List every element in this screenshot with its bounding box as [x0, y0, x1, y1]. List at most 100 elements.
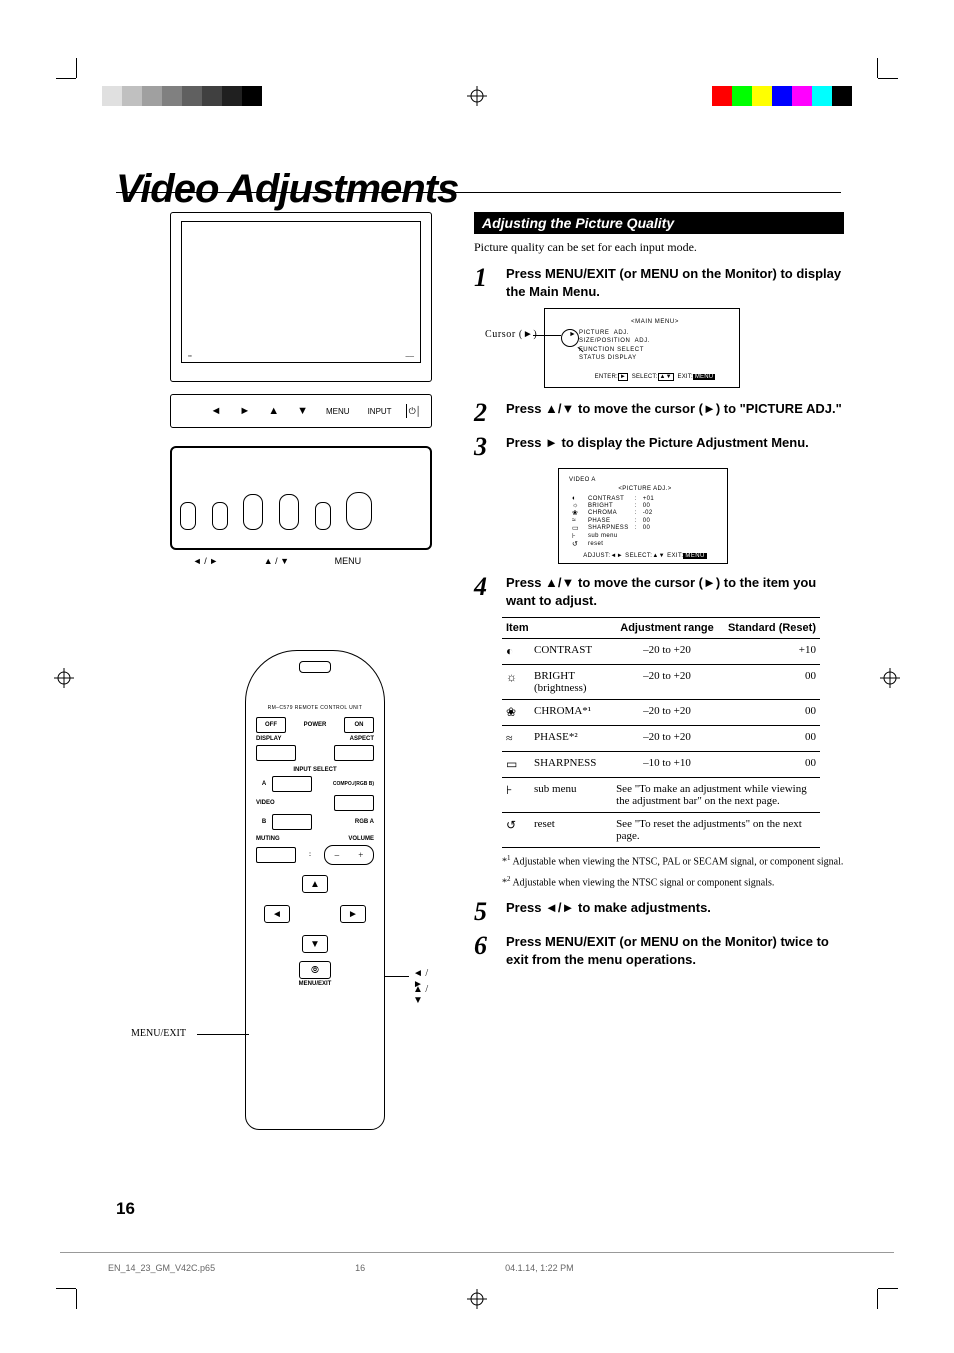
th-item: Item	[502, 618, 612, 639]
step-1: 1 Press MENU/EXIT (or MENU on the Monito…	[474, 265, 844, 300]
remote-up-button[interactable]: ▲	[302, 875, 328, 893]
chroma-icon: ❀	[502, 700, 530, 726]
monitor-body: ┉ ──	[170, 212, 432, 382]
contrast-icon: ◐	[502, 639, 530, 665]
input-select-label: INPUT SELECT	[256, 767, 374, 773]
footer-line: EN_14_23_GM_V42C.p65 16 04.1.14, 1:22 PM	[108, 1263, 574, 1273]
step-number-2: 2	[474, 400, 496, 426]
label-spacer	[407, 556, 410, 566]
osd1-title: <MAIN MENU>	[579, 319, 731, 325]
cursor-icon: ►	[569, 331, 577, 338]
remote-figure: RM–C579 REMOTE CONTROL UNIT OFF POWER ON…	[135, 650, 435, 1170]
submenu-icon: ⊦	[502, 778, 530, 813]
b-label: B	[256, 819, 272, 825]
row-contrast: ◐ CONTRAST –20 to +20 +10	[502, 639, 820, 665]
up-arrow-icon: ▲	[268, 406, 279, 417]
intro-text: Picture quality can be set for each inpu…	[474, 240, 844, 255]
right-arrow-icon: ►	[239, 406, 250, 417]
remote-body: RM–C579 REMOTE CONTROL UNIT OFF POWER ON…	[245, 650, 385, 1130]
sharpness-icon: ▭	[502, 752, 530, 778]
footer-date: 04.1.14, 1:22 PM	[505, 1263, 574, 1273]
display-button[interactable]	[256, 745, 296, 761]
oval-button	[346, 492, 372, 530]
callout-ud: ▲ / ▼	[413, 984, 435, 1006]
remote-down-button[interactable]: ▼	[302, 935, 328, 953]
callout-line-menu-exit	[197, 1034, 249, 1035]
volume-label: VOLUME	[315, 836, 374, 842]
remote-power-row: OFF POWER ON	[256, 717, 374, 733]
compo-label: COMPO./(RGB B)	[312, 782, 374, 787]
osd2-title: <PICTURE ADJ.>	[569, 486, 721, 492]
on-button[interactable]: ON	[344, 717, 374, 733]
section-heading: Adjusting the Picture Quality	[474, 212, 844, 234]
footnote-1: *1 Adjustable when viewing the NTSC, PAL…	[502, 854, 844, 868]
row-submenu: ⊦ sub menu See "To make an adjustment wh…	[502, 778, 820, 813]
osd2-input: VIDEO A	[569, 477, 721, 483]
th-std: Standard (Reset)	[722, 618, 820, 639]
phase-icon: ≈	[502, 726, 530, 752]
input-a-button[interactable]	[272, 776, 312, 792]
power-icon: ⏻│	[406, 404, 423, 418]
knob-5	[315, 502, 331, 530]
remote-right-button[interactable]: ►	[340, 905, 366, 923]
osd-picture-adj: VIDEO A <PICTURE ADJ.> ◐CONTRAST:+01 ☼BR…	[558, 468, 728, 564]
color-swatches	[712, 86, 852, 111]
down-arrow-icon: ▼	[297, 406, 308, 417]
osd-main-menu: Cursor (►) ► <MAIN MENU> PICTURE ADJ. SI…	[544, 308, 740, 388]
footer-page: 16	[355, 1263, 365, 1273]
input-label: INPUT	[368, 407, 392, 416]
remote-menu-exit-label: MENU/EXIT	[256, 981, 374, 987]
page: Video Adjustments ┉ ── ◄ ► ▲ ▼ MENU INPU…	[0, 0, 954, 1353]
bezel-badge-left: ┉	[188, 353, 192, 360]
reset-icon: ↺	[502, 813, 530, 848]
osd2-table: ◐CONTRAST:+01 ☼BRIGHT:00 ❀CHROMA:-02 ≈PH…	[569, 495, 657, 548]
remote-display-aspect-labels: DISPLAY ASPECT	[256, 736, 374, 742]
remote-model-label: RM–C579 REMOTE CONTROL UNIT	[256, 705, 374, 711]
knob-4	[279, 494, 299, 530]
label-left-right: ◄ / ►	[193, 556, 218, 566]
footer-file: EN_14_23_GM_V42C.p65	[108, 1263, 215, 1273]
display-label: DISPLAY	[256, 736, 315, 742]
step-4: 4 Press ▲/▼ to move the cursor (►) to th…	[474, 574, 844, 609]
step-number-5: 5	[474, 899, 496, 925]
osd1-line-2: FUNCTION SELECT	[579, 346, 731, 354]
input-compo-button[interactable]	[334, 795, 374, 811]
page-title: Video Adjustments	[116, 167, 458, 212]
aspect-button[interactable]	[334, 745, 374, 761]
cursor-callout-label: Cursor (►)	[485, 329, 537, 340]
oval-button-large	[388, 492, 422, 530]
th-range: Adjustment range	[612, 618, 722, 639]
muting-label: MUTING	[256, 836, 315, 842]
step-body-3: Press ► to display the Picture Adjustmen…	[506, 434, 844, 460]
osd1-line-1: SIZE/POSITION ADJ.	[579, 337, 731, 345]
adjustment-table: Item Adjustment range Standard (Reset) ◐…	[502, 617, 820, 848]
callout-line-right	[385, 976, 409, 977]
volume-rocker[interactable]: – +	[324, 845, 374, 865]
row-phase: ≈ PHASE*² –20 to +20 00	[502, 726, 820, 752]
osd2-footer: ADJUST:◄► SELECT:▲▼ EXIT:MENU	[569, 553, 721, 559]
vol-plus: +	[358, 850, 363, 860]
title-rule	[116, 192, 841, 193]
osd1-line-0: PICTURE ADJ.	[579, 329, 731, 337]
off-button[interactable]: OFF	[256, 717, 286, 733]
bezel-badge-right: ──	[405, 354, 414, 360]
input-b-button[interactable]	[272, 814, 312, 830]
label-up-down: ▲ / ▼	[264, 556, 289, 566]
step-body-6: Press MENU/EXIT (or MENU on the Monitor)…	[506, 933, 844, 968]
monitor-front-panel-knobs	[170, 446, 432, 550]
register-target-left	[54, 668, 74, 688]
step-body-4: Press ▲/▼ to move the cursor (►) to the …	[506, 574, 844, 609]
label-menu: MENU	[335, 556, 362, 566]
row-chroma: ❀ CHROMA*¹ –20 to +20 00	[502, 700, 820, 726]
register-target-right	[880, 668, 900, 688]
power-label: POWER	[286, 722, 344, 728]
step-body-2: Press ▲/▼ to move the cursor (►) to "PIC…	[506, 400, 844, 426]
knob-2	[212, 502, 228, 530]
remote-menu-exit-button[interactable]: ⦾	[299, 961, 331, 979]
footnote-2: *2 Adjustable when viewing the NTSC sign…	[502, 875, 844, 889]
step-number-4: 4	[474, 574, 496, 609]
osd1-footer: ENTER:► SELECT:▲▼ EXIT:MENU	[579, 373, 731, 382]
step-2: 2 Press ▲/▼ to move the cursor (►) to "P…	[474, 400, 844, 426]
muting-button[interactable]	[256, 847, 296, 863]
remote-left-button[interactable]: ◄	[264, 905, 290, 923]
